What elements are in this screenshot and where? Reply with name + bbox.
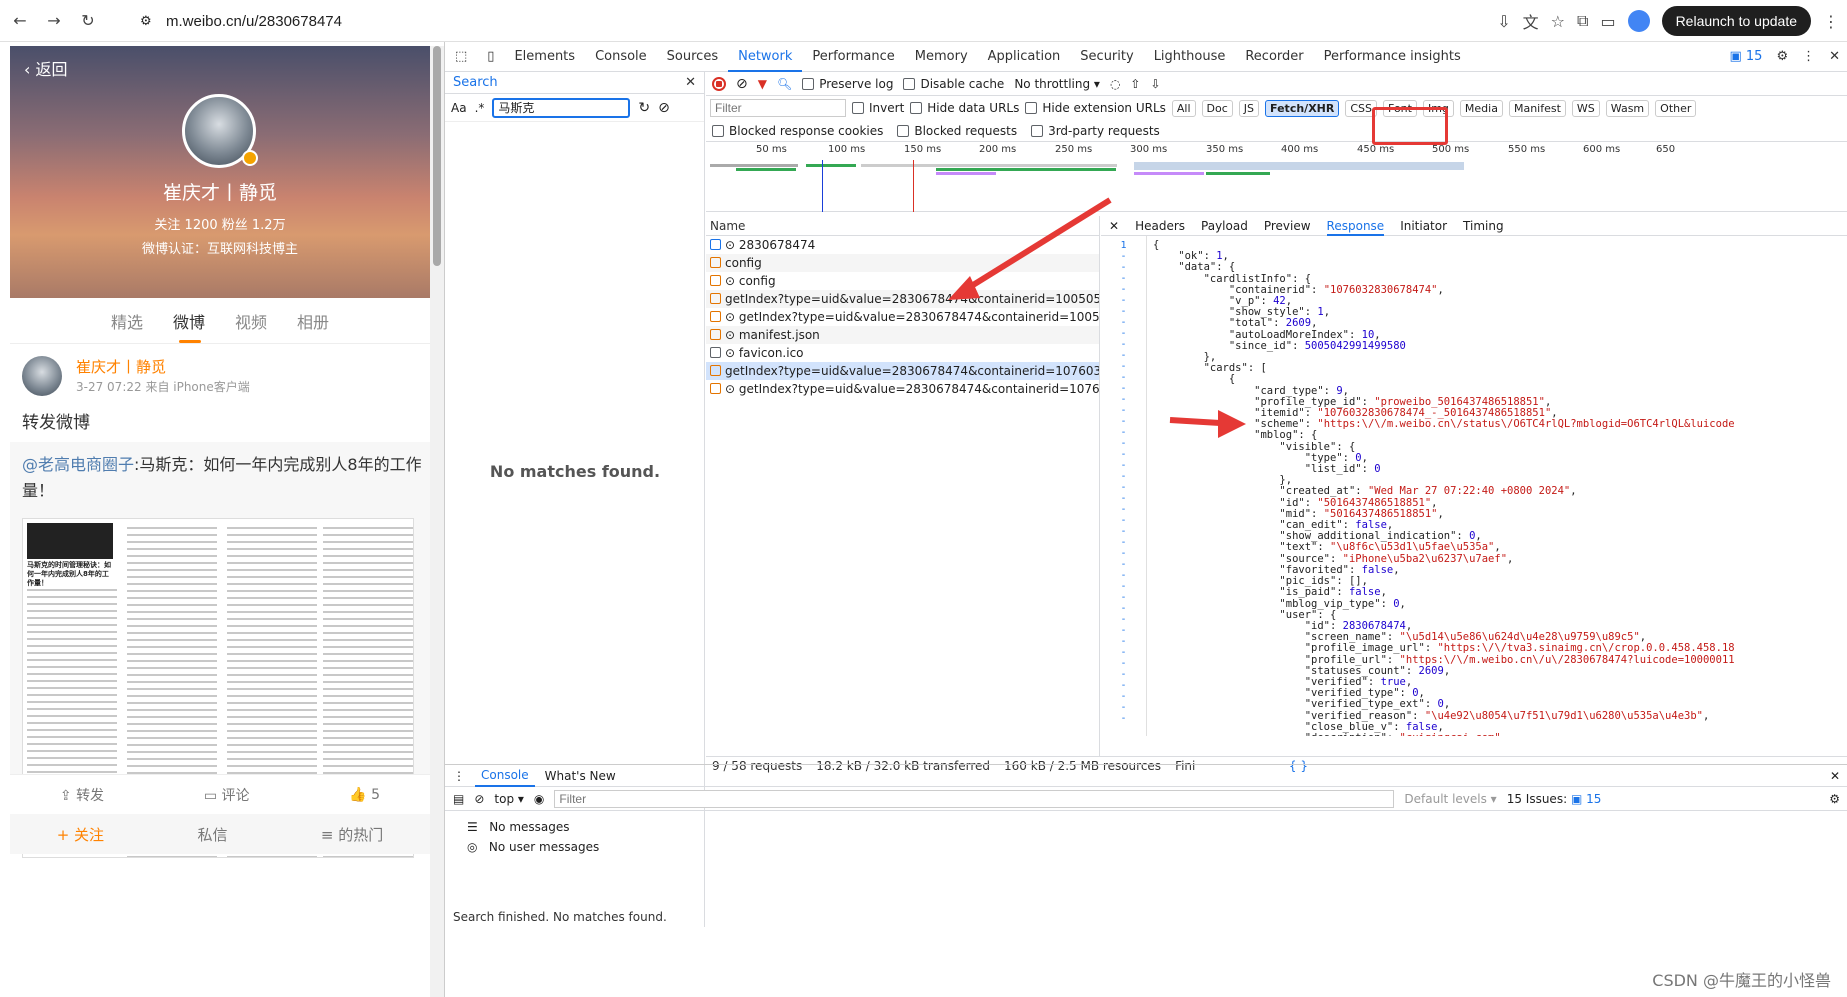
annotation-arrow (963, 197, 1112, 293)
arrow-head (948, 276, 980, 300)
arrow-head (1218, 410, 1246, 438)
watermark-text: CSDN @牛魔王的小怪兽 (1652, 971, 1831, 990)
annotation-arrow (1169, 417, 1221, 426)
annotation-arrows (948, 197, 1246, 438)
